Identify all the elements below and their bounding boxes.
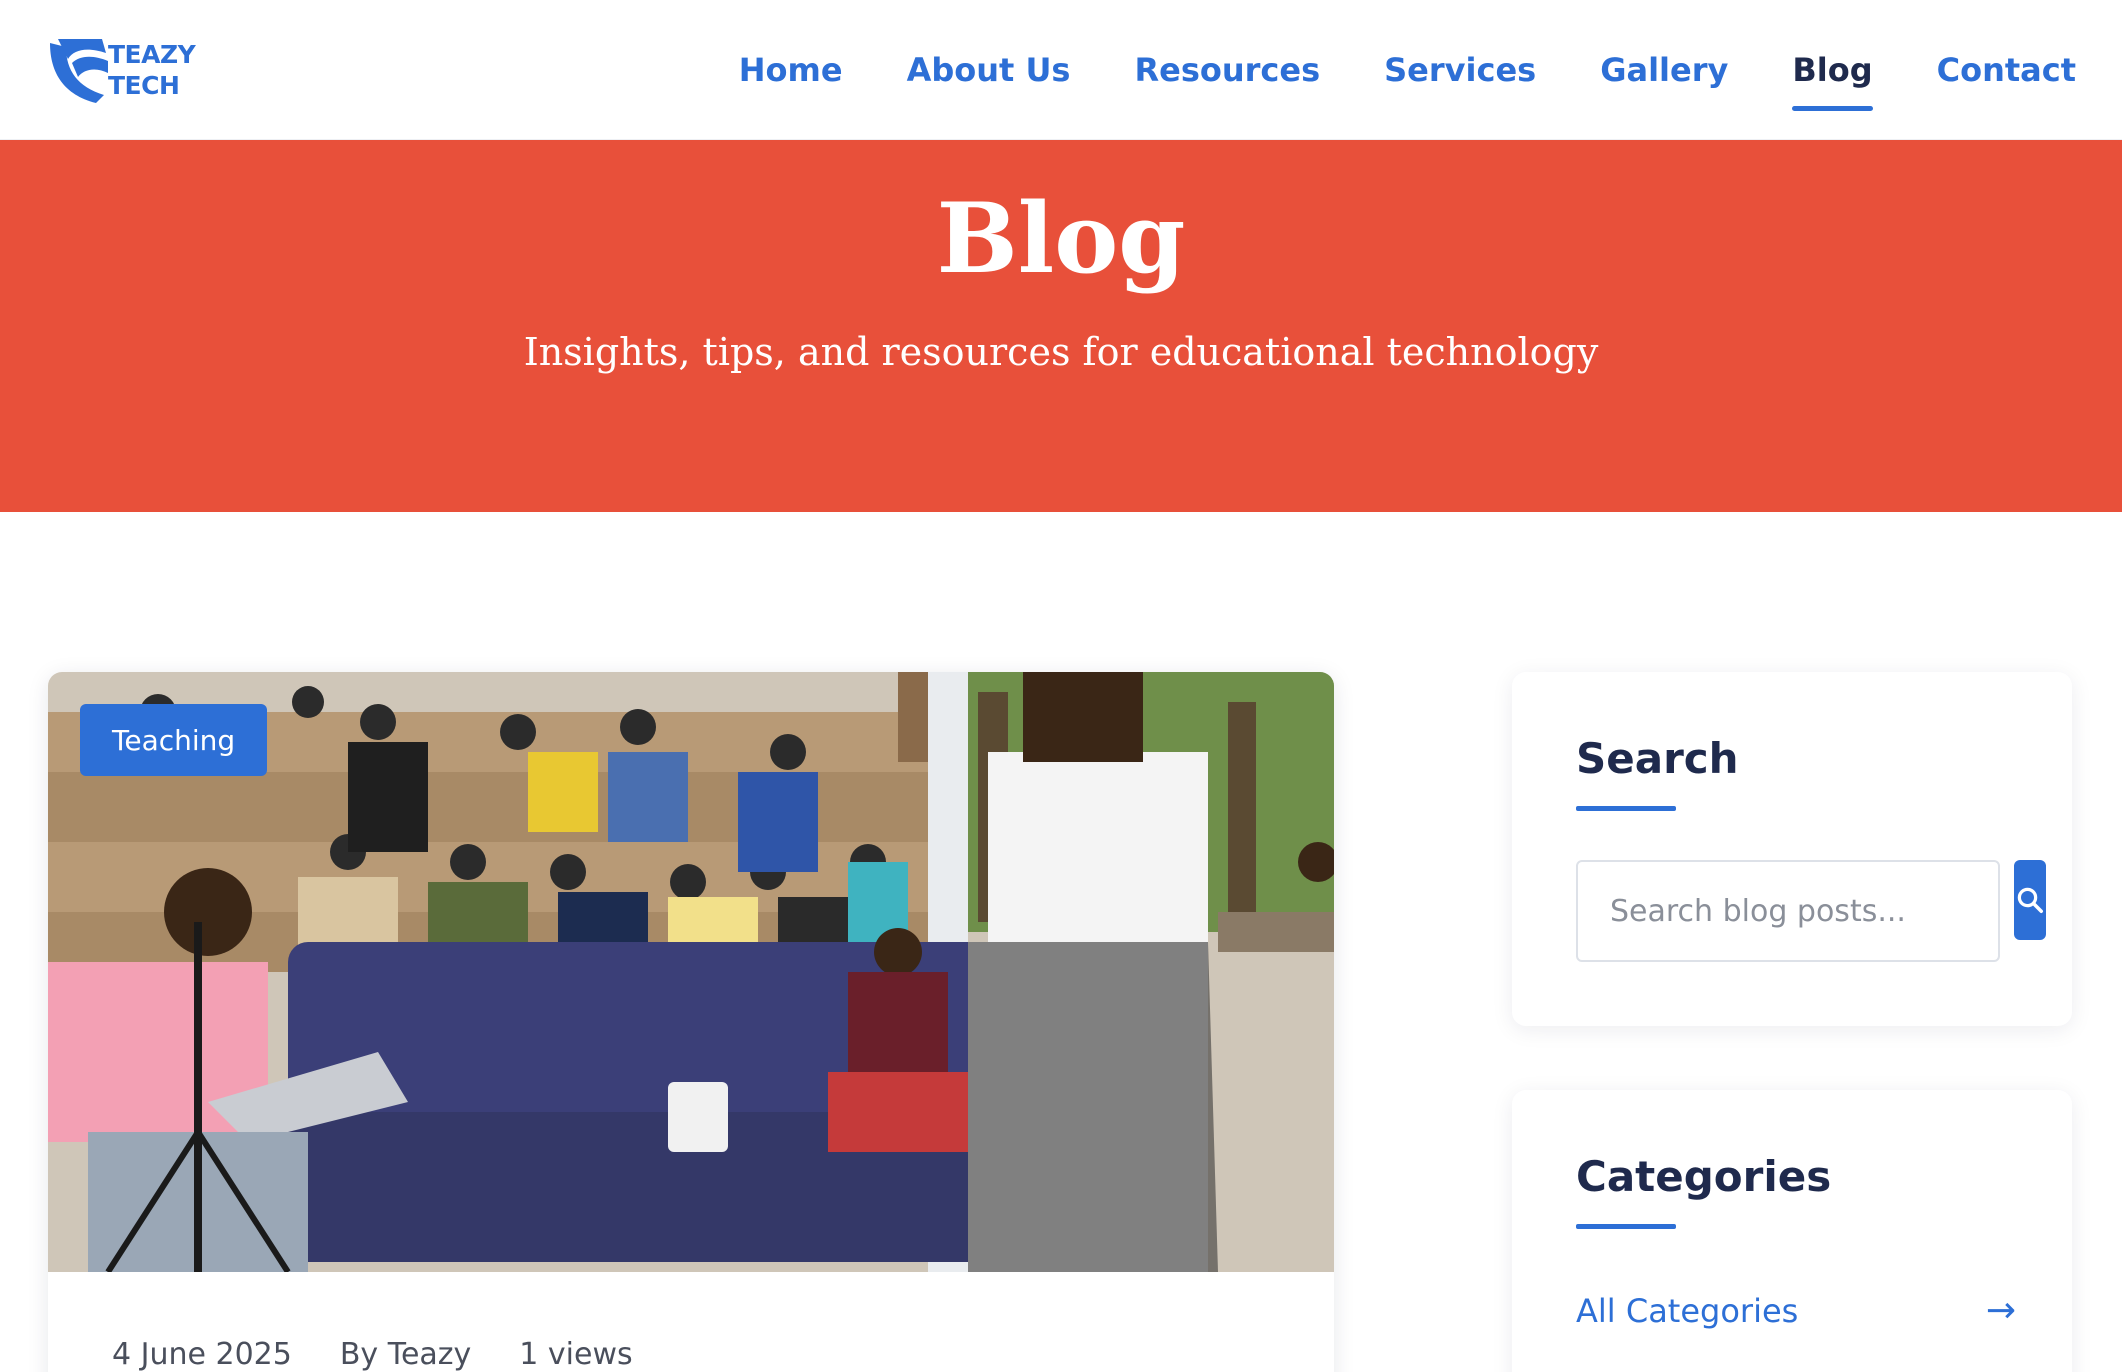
main-nav: Home About Us Resources Services Gallery…: [739, 0, 2076, 140]
post-meta: 4 June 2025 By Teazy 1 views: [112, 1337, 633, 1372]
site-logo[interactable]: TEAZY TECH: [46, 30, 206, 110]
site-header: TEAZY TECH Home About Us Resources Servi…: [0, 0, 2122, 140]
nav-contact[interactable]: Contact: [1937, 51, 2076, 89]
post-date: 4 June 2025: [112, 1337, 292, 1372]
categories-widget: Categories All Categories →: [1512, 1090, 2072, 1372]
page-title: Blog: [936, 182, 1186, 295]
title-underline: [1576, 1224, 1676, 1229]
nav-gallery[interactable]: Gallery: [1600, 51, 1728, 89]
search-icon: [2017, 887, 2043, 913]
logo-text: TEAZY TECH: [108, 39, 196, 101]
search-input[interactable]: [1576, 860, 2000, 962]
post-featured-image[interactable]: Teaching: [48, 672, 1334, 1272]
category-label: All Categories: [1576, 1291, 1799, 1330]
categories-widget-title: Categories: [1576, 1152, 1832, 1201]
arrow-right-icon: →: [1985, 1290, 2016, 1331]
category-link-all[interactable]: All Categories →: [1576, 1290, 2016, 1331]
page-subtitle: Insights, tips, and resources for educat…: [523, 330, 1599, 374]
hero-banner: Blog Insights, tips, and resources for e…: [0, 140, 2122, 512]
search-widget: Search: [1512, 672, 2072, 1026]
teazy-logo-icon: [50, 39, 108, 103]
logo-line-2: TECH: [108, 71, 180, 100]
search-button[interactable]: [2014, 860, 2046, 940]
blog-post-card[interactable]: Teaching 4 June 2025 By Teazy 1 views: [48, 672, 1334, 1372]
post-author: By Teazy: [339, 1337, 472, 1372]
logo-line-1: TEAZY: [108, 40, 196, 69]
category-badge[interactable]: Teaching: [80, 704, 268, 776]
nav-home[interactable]: Home: [739, 51, 843, 89]
nav-services[interactable]: Services: [1384, 51, 1536, 89]
title-underline: [1576, 806, 1676, 811]
post-views: 1 views: [519, 1337, 633, 1372]
search-widget-title: Search: [1576, 734, 1739, 783]
nav-about-us[interactable]: About Us: [907, 51, 1071, 89]
nav-resources[interactable]: Resources: [1134, 51, 1320, 89]
nav-blog[interactable]: Blog: [1792, 51, 1873, 111]
